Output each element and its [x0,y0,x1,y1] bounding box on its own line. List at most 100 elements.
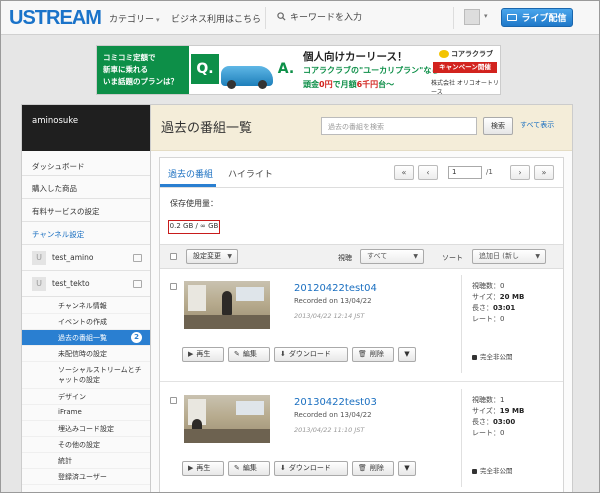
sort-label: ソート [442,254,463,262]
live-broadcast-button[interactable]: ライブ配信 [501,8,573,27]
ustream-logo[interactable]: USTREAM [9,7,102,30]
tab-past-shows[interactable]: 過去の番組 [168,167,213,180]
thumb-detail [236,401,264,415]
car-image [221,66,273,89]
channel-item-test-amino[interactable]: U test_amino [22,245,150,271]
video-checkbox[interactable] [170,397,177,404]
edit-button[interactable]: ✎ 編集 [228,461,270,476]
play-button[interactable]: ▶ 再生 [182,347,224,362]
page-number-input[interactable]: 1 [448,166,482,179]
more-actions-button[interactable]: ▼ [398,461,416,476]
change-settings-button[interactable]: 設定変更 ▼ [186,249,238,264]
sort-select[interactable]: 追加日 (新し ▼ [472,249,546,264]
prev-page-button[interactable]: ‹ [418,165,438,180]
video-thumbnail[interactable] [184,281,270,329]
subnav-stats[interactable]: 統計 [22,453,150,469]
subnav-label: ャットの設定 [58,376,100,384]
ad-text: 台〜 [378,80,395,89]
chevron-down-icon: ▼ [404,464,410,472]
search-button[interactable]: 検索 [483,117,513,135]
subnav-channel-info[interactable]: チャンネル情報 [22,297,150,314]
sidebar-item-purchased[interactable]: 購入した商品 [22,176,150,199]
meta-label: サイズ： [472,293,500,301]
sort-value: 追加日 (新し [479,252,519,260]
chevron-down-icon[interactable]: ▾ [484,12,488,20]
delete-button[interactable]: 🗑 削除 [352,347,394,362]
edit-button[interactable]: ✎ 編集 [228,347,270,362]
download-label: ダウンロード [288,464,331,472]
tab-bar: 過去の番組 ハイライト « ‹ 1 /1 › » [160,158,563,188]
ad-text: 6千円 [356,80,379,89]
main-panel: 過去の番組一覧 過去の番組を検索 検索 すべて表示 過去の番組 ハイライト « … [151,104,573,492]
view-filter-label: 視聴 [338,254,352,262]
ad-a-mark: A. [277,61,295,77]
chevron-down-icon: ▾ [156,16,160,24]
sidebar-item-dashboard[interactable]: ダッシュボード [22,151,150,176]
sidebar-item-channel-settings[interactable]: チャンネル設定 [22,222,150,245]
channel-item-test-tekto[interactable]: U test_tekto [22,271,150,297]
thumb-detail [188,285,206,311]
copy-icon[interactable] [133,279,142,288]
video-title[interactable]: 20130422test03 [294,397,377,408]
avatar[interactable] [464,9,480,25]
divider [453,7,454,29]
subnav-label: ソーシャルストリームとチ [58,366,142,374]
trash-icon: 🗑 [358,350,367,358]
divider [265,7,266,29]
ad-banner[interactable]: コミコミ定額で 新車に乗れる いま話題のプランは？ Q. A. 個人向けカーリー… [96,45,501,95]
tab-highlights[interactable]: ハイライト [228,167,273,180]
video-thumbnail[interactable] [184,395,270,443]
show-all-link[interactable]: すべて表示 [520,120,554,130]
channel-avatar: U [32,250,46,265]
view-filter-select[interactable]: すべて ▼ [360,249,424,264]
edit-label: 編集 [242,464,257,472]
category-menu[interactable]: カテゴリー ▾ [109,12,160,25]
past-shows-search-input[interactable]: 過去の番組を検索 [321,117,477,135]
subnav-offline-settings[interactable]: 未配信時の設定 [22,346,150,362]
subnav-social-stream[interactable]: ソーシャルストリームとチ ャットの設定 [22,362,150,389]
subnav-create-event[interactable]: イベントの作成 [22,314,150,330]
change-settings-label: 設定変更 [193,252,221,260]
header-search[interactable]: キーワードを入力 [277,10,362,23]
main-header: 過去の番組一覧 過去の番組を検索 検索 すべて表示 [151,105,572,151]
next-page-button[interactable]: › [510,165,530,180]
browser-frame: USTREAM カテゴリー ▾ ビジネス利用はこちら キーワードを入力 ▾ ライブ… [0,0,600,493]
copy-icon[interactable] [133,253,142,262]
category-label: カテゴリー [109,15,155,25]
video-title[interactable]: 20120422test04 [294,283,377,294]
subnav-past-shows[interactable]: 過去の番組一覧 2 [22,330,150,346]
ad-brand-logo: コアラクラブ [439,49,493,59]
privacy-status: 完全非公開 [472,351,513,361]
business-link[interactable]: ビジネス利用はこちら [171,12,261,25]
lock-icon [472,468,477,474]
play-icon: ▶ [188,350,194,358]
camera-icon [507,14,518,21]
subnav-embed-code[interactable]: 埋込みコード設定 [22,421,150,437]
last-page-button[interactable]: » [534,165,554,180]
video-date: 2013/04/22 11:10 JST [294,426,365,434]
download-button[interactable]: ⬇ ダウンロード [274,347,348,362]
ad-headline: 個人向けカーリース！ [303,51,408,63]
subnav-registered-users[interactable]: 登録済ユーザー [22,469,150,485]
more-actions-button[interactable]: ▼ [398,347,416,362]
subnav-other-settings[interactable]: その他の設定 [22,437,150,453]
video-rate: レート：0 [472,429,505,437]
video-checkbox[interactable] [170,283,177,290]
divider [461,389,462,487]
trash-icon: 🗑 [358,464,367,472]
subnav-design[interactable]: デザイン [22,389,150,405]
subnav-iframe[interactable]: iFrame [22,405,150,421]
video-views: 視聴数：0 [472,282,505,290]
meta-label: 長さ： [472,304,493,312]
channel-avatar: U [32,276,46,291]
delete-button[interactable]: 🗑 削除 [352,461,394,476]
sidebar-item-paid-services[interactable]: 有料サービスの設定 [22,199,150,222]
first-page-button[interactable]: « [394,165,414,180]
storage-usage-label: 保存使用量： [170,199,218,208]
download-button[interactable]: ⬇ ダウンロード [274,461,348,476]
wrench-icon: ✎ [234,350,240,358]
privacy-label: 完全非公開 [480,353,513,361]
play-button[interactable]: ▶ 再生 [182,461,224,476]
video-length-line: 長さ：03:01 [472,303,524,314]
select-all-checkbox[interactable] [170,253,177,260]
